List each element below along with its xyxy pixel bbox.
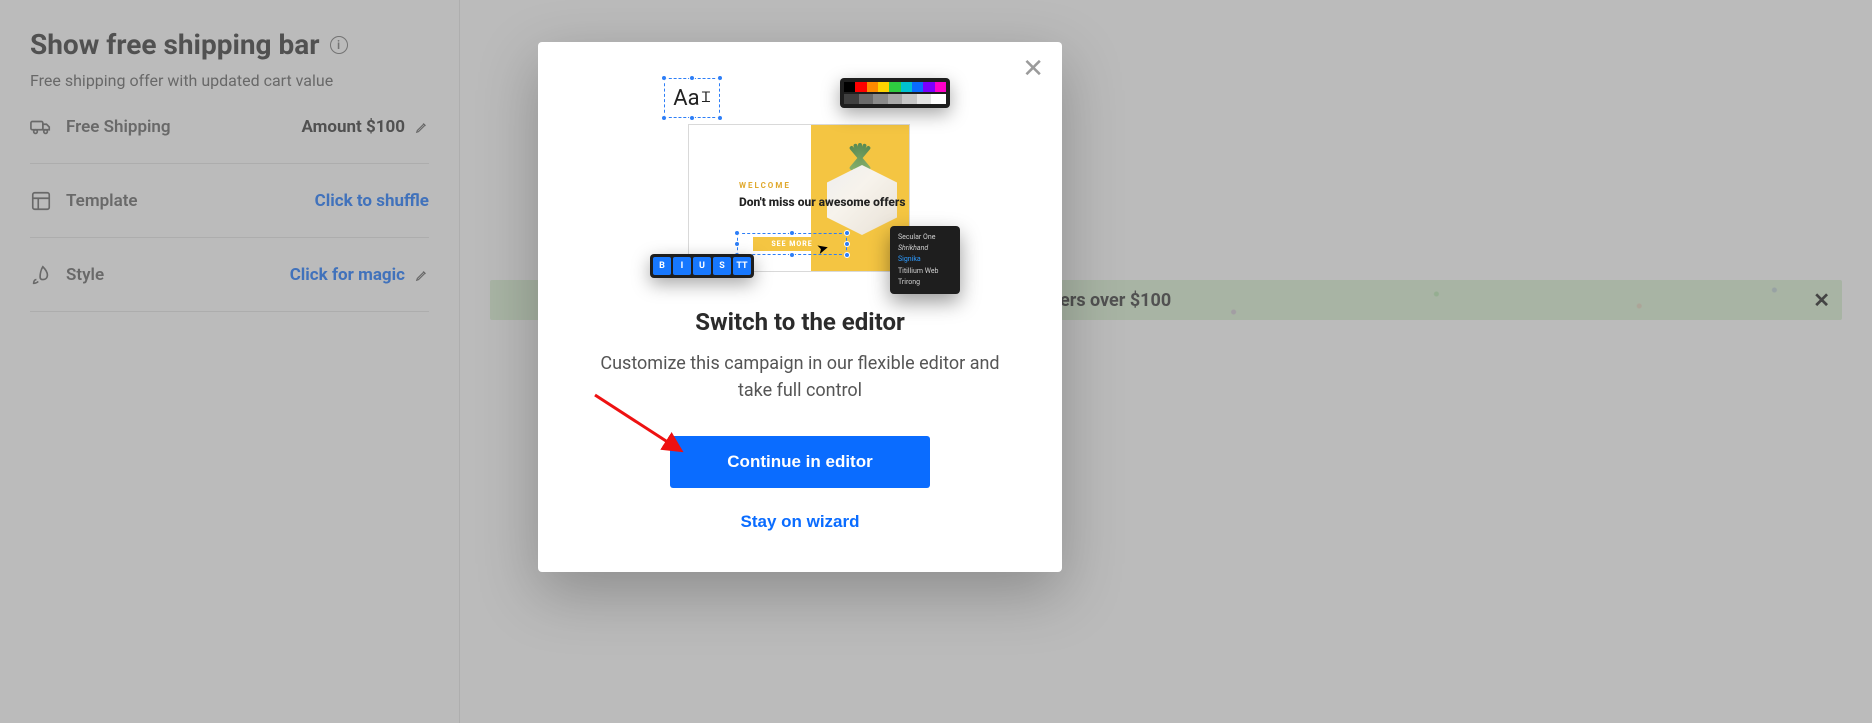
continue-in-editor-button[interactable]: Continue in editor (670, 436, 930, 488)
il-color-palette (840, 78, 950, 108)
il-font-popup: Secular OneShrikhandSignikaTitillium Web… (890, 226, 960, 294)
il-format-bar: BIUSTT (650, 254, 754, 278)
modal-title: Switch to the editor (695, 308, 905, 336)
il-text-box: AaᏆ (664, 78, 720, 118)
il-headline: Don't miss our awesome offers (739, 195, 906, 211)
il-welcome: WELCOME (739, 181, 791, 190)
editor-illustration: WELCOME Don't miss our awesome offers SE… (650, 78, 950, 288)
switch-editor-modal: ✕ WELCOME Don't miss our awesome offers … (538, 42, 1062, 572)
stay-on-wizard-button[interactable]: Stay on wizard (740, 512, 859, 532)
close-icon[interactable]: ✕ (1022, 56, 1044, 82)
modal-description: Customize this campaign in our flexible … (585, 350, 1015, 404)
il-cta-box: SEE MORE (737, 233, 847, 255)
